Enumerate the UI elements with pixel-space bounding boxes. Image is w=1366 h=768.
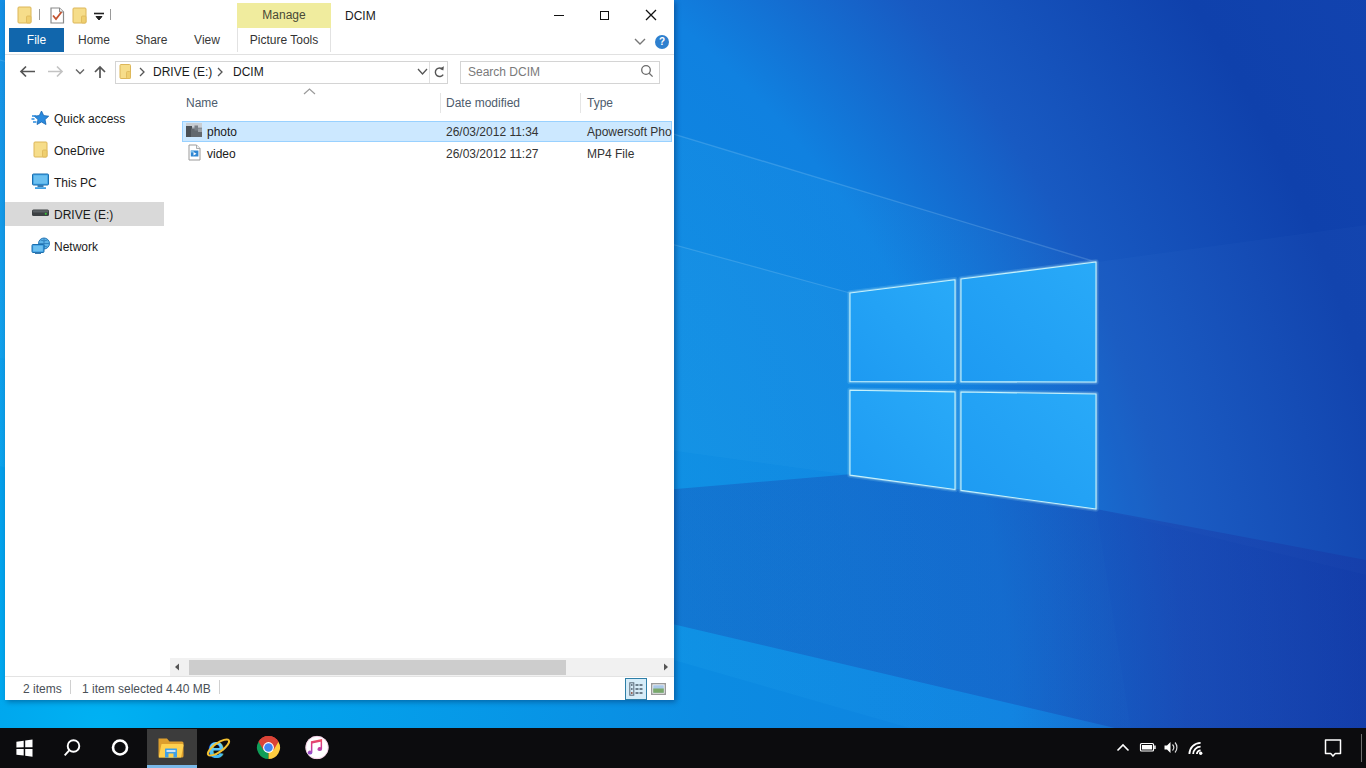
svg-text:e: e [208,731,225,764]
